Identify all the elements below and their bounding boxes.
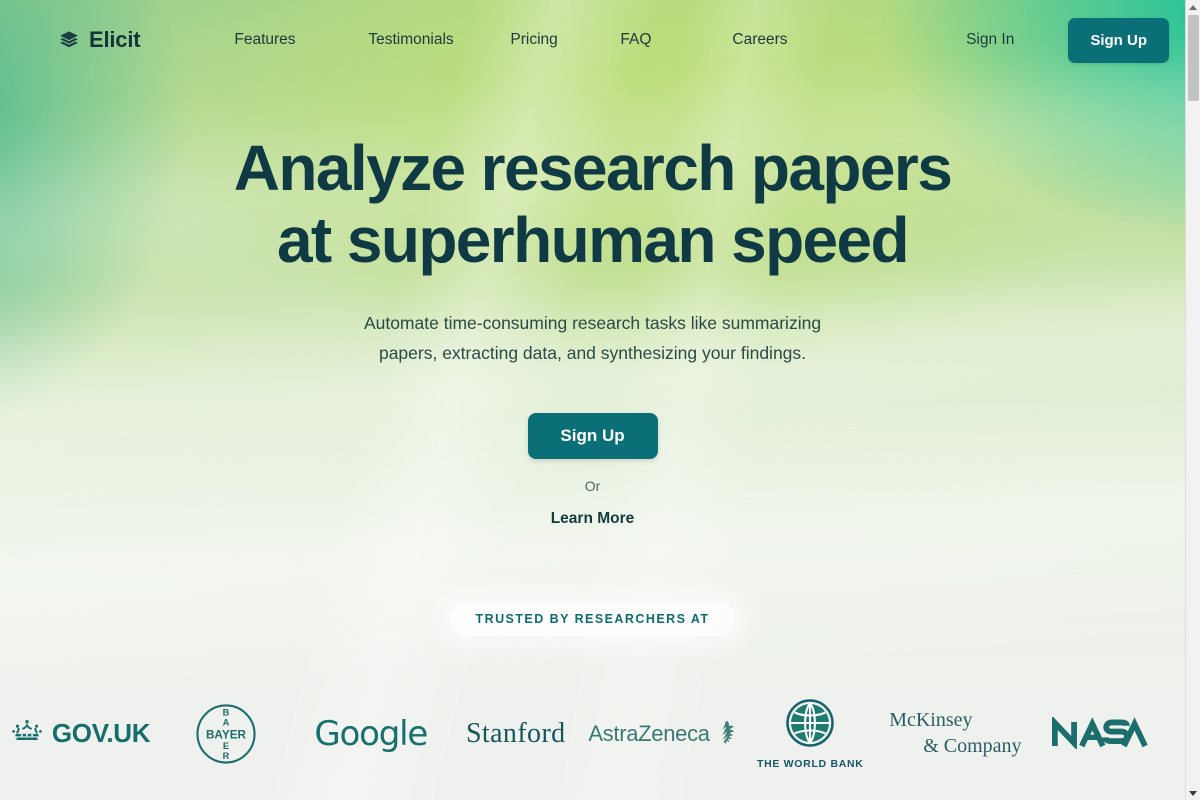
partner-logo-mckinsey: McKinsey & Company	[883, 688, 1028, 780]
nav-link-careers[interactable]: Careers	[732, 25, 842, 55]
chevron-up-icon	[1189, 4, 1197, 10]
sign-up-button-hero[interactable]: Sign Up	[527, 412, 658, 459]
partner-logo-bayer: BAYER B A E R	[153, 688, 298, 780]
hero-section: Analyze research papers at superhuman sp…	[0, 80, 1185, 528]
scroll-up-button[interactable]	[1186, 0, 1200, 14]
trusted-by-section: TRUSTED BY RESEARCHERS AT	[0, 601, 1185, 636]
nav-link-testimonials[interactable]: Testimonials	[368, 25, 510, 55]
scrollbar-thumb[interactable]	[1188, 15, 1199, 101]
nav-link-faq[interactable]: FAQ	[620, 25, 732, 55]
svg-text:B: B	[222, 708, 229, 718]
partner-logo-mckinsey-label-line-2: & Company	[923, 734, 1022, 757]
learn-more-link[interactable]: Learn More	[551, 510, 635, 528]
page-title: Analyze research papers at superhuman sp…	[0, 132, 1185, 277]
partner-logo-world-bank-label: THE WORLD BANK	[756, 757, 864, 770]
partner-logo-mckinsey-label-line-1: McKinsey	[889, 709, 973, 732]
brand-logo[interactable]: Elicit	[58, 27, 141, 53]
or-divider-label: Or	[584, 477, 601, 494]
partner-logo-govuk-label: GOV.UK	[51, 718, 151, 749]
sign-in-link[interactable]: Sign In	[966, 31, 1014, 49]
nav-links: Features Testimonials Pricing FAQ Career…	[234, 25, 842, 55]
svg-text:E: E	[223, 741, 229, 751]
vertical-scrollbar[interactable]	[1185, 0, 1200, 800]
nav-link-pricing[interactable]: Pricing	[510, 25, 620, 55]
headline-line-1: Analyze research papers	[233, 132, 953, 204]
partner-logo-google: Google	[298, 688, 443, 780]
page-root: Elicit Features Testimonials Pricing FAQ…	[0, 0, 1185, 800]
sign-up-button-nav[interactable]: Sign Up	[1068, 17, 1169, 63]
partner-logo-google-label: Google	[314, 713, 428, 754]
scroll-down-button[interactable]	[1186, 786, 1200, 800]
partner-logo-astrazeneca: AstraZeneca	[588, 688, 737, 780]
headline-line-2: at superhuman speed	[276, 204, 910, 277]
navbar: Elicit Features Testimonials Pricing FAQ…	[0, 0, 1185, 80]
hero-cta-group: Sign Up Or Learn More	[0, 412, 1185, 528]
hero-subtitle: Automate time-consuming research tasks l…	[0, 308, 1185, 368]
brand-name: Elicit	[89, 27, 141, 52]
partner-logo-strip: GOV.UK BAYER B A E R Google Stanford Ast…	[0, 688, 1185, 780]
nav-link-features[interactable]: Features	[234, 25, 368, 55]
subtitle-line-2: papers, extracting data, and synthesizin…	[378, 342, 807, 363]
crown-icon	[11, 719, 43, 748]
subtitle-line-1: Automate time-consuming research tasks l…	[363, 312, 822, 333]
astrazeneca-swirl-icon	[715, 719, 738, 749]
globe-icon	[785, 698, 835, 753]
partner-logo-astrazeneca-label: AstraZeneca	[588, 720, 710, 746]
svg-text:R: R	[222, 751, 229, 761]
nav-actions: Sign In Sign Up	[966, 17, 1185, 63]
partner-logo-nasa	[1028, 688, 1173, 780]
trusted-by-pill: TRUSTED BY RESEARCHERS AT	[449, 601, 736, 636]
partner-logo-world-bank: THE WORLD BANK	[738, 688, 883, 780]
nasa-worm-icon	[1052, 715, 1149, 751]
svg-text:BAYER: BAYER	[206, 728, 247, 741]
bayer-cross-icon: BAYER B A E R	[195, 703, 257, 765]
svg-text:A: A	[222, 717, 229, 727]
stacked-books-icon	[58, 29, 80, 51]
chevron-down-icon	[1189, 790, 1197, 796]
partner-logo-govuk: GOV.UK	[8, 688, 153, 780]
partner-logo-stanford: Stanford	[443, 688, 588, 780]
partner-logo-stanford-label: Stanford	[465, 717, 566, 749]
